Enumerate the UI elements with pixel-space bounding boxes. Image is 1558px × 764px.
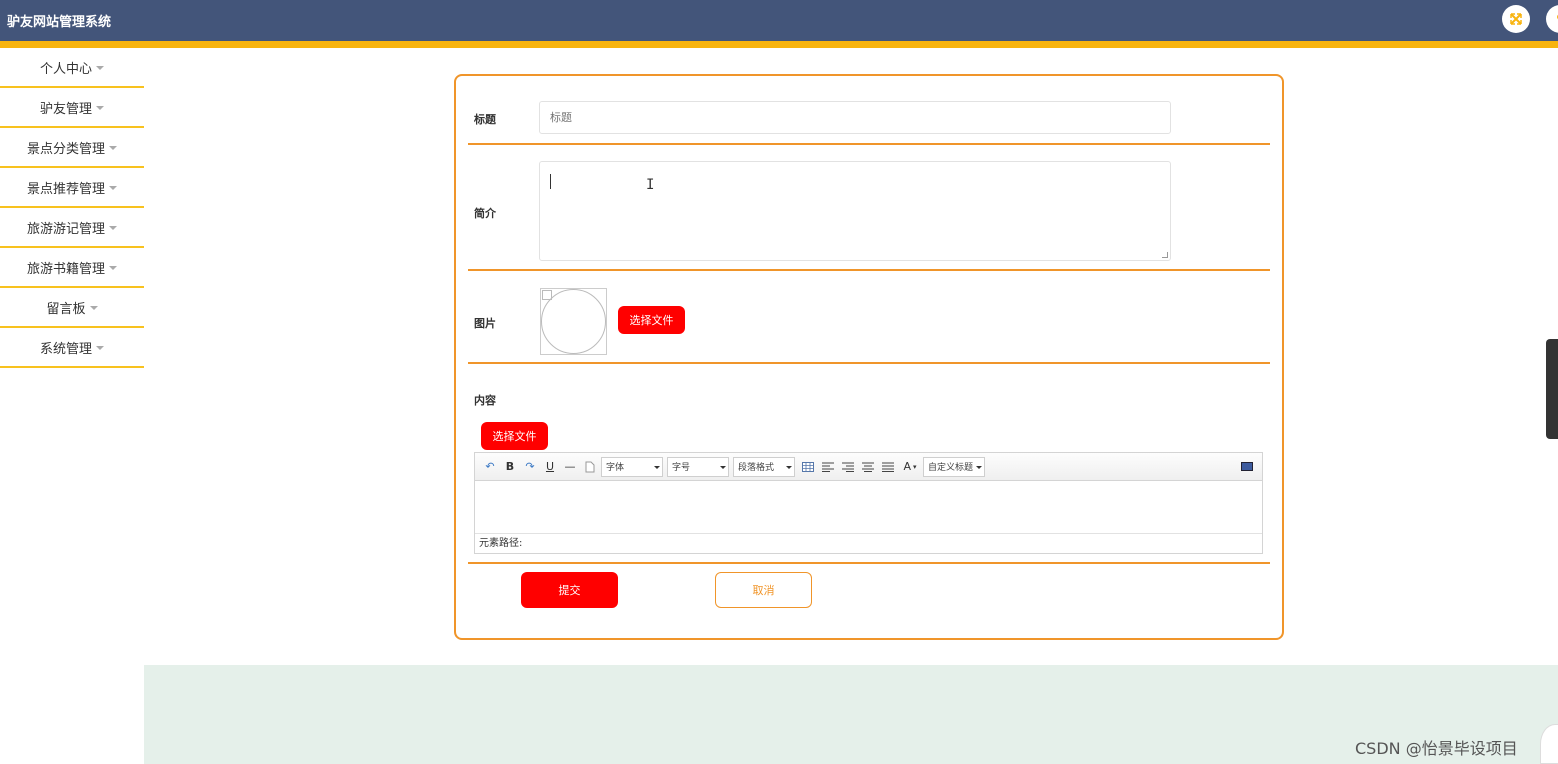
align-left-icon[interactable] (819, 458, 837, 476)
sidebar-item-message-board[interactable]: 留言板 (0, 288, 144, 328)
chevron-down-icon (96, 65, 104, 70)
title-label: 标题 (474, 113, 496, 126)
paragraph-format-select-value: 段落格式 (738, 463, 775, 473)
header-accent-bar (0, 41, 1558, 48)
submit-button[interactable]: 提交 (521, 572, 618, 608)
font-family-select-value: 字体 (606, 463, 625, 473)
intro-textarea[interactable]: I (539, 161, 1171, 261)
row-divider (468, 362, 1270, 364)
editor-content-area[interactable] (475, 482, 1262, 533)
sidebar-item-travel-notes-management[interactable]: 旅游游记管理 (0, 208, 144, 248)
font-color-icon[interactable]: A ▾ (899, 458, 921, 476)
content-choose-file-button[interactable]: 选择文件 (481, 422, 548, 450)
sidebar-item-label: 景点分类管理 (26, 141, 105, 157)
sidebar-item-label: 旅游书籍管理 (26, 261, 105, 277)
sidebar-menu: 个人中心 驴友管理 景点分类管理 景点推荐管理 旅游游记管理 旅游书籍管理 留言… (0, 48, 144, 368)
fullscreen-editor-icon[interactable] (1238, 458, 1256, 476)
chevron-down-icon (96, 105, 104, 110)
paragraph-format-select[interactable]: 段落格式 (733, 456, 795, 477)
cancel-button[interactable]: 取消 (715, 572, 812, 608)
app-title: 驴友网站管理系统 (7, 15, 112, 30)
chevron-down-icon (96, 345, 104, 350)
bold-icon[interactable]: B (501, 458, 519, 476)
align-right-icon[interactable] (839, 458, 857, 476)
table-icon[interactable] (799, 458, 817, 476)
image-placeholder-circle (541, 289, 606, 354)
ibeam-cursor-icon: I (646, 177, 655, 193)
align-center-icon[interactable] (859, 458, 877, 476)
dropdown-arrow-icon (720, 465, 726, 469)
dropdown-arrow-icon (654, 465, 660, 469)
chevron-down-icon (109, 145, 117, 150)
resize-handle-icon[interactable] (1162, 252, 1168, 258)
edit-form-card: 标题 简介 I 图片 选择文件 内容 选择文件 ↶ B ↷ U — 字体 (454, 74, 1284, 640)
chevron-down-icon (109, 265, 117, 270)
font-size-select-value: 字号 (672, 463, 691, 473)
sidebar-item-scenic-category-management[interactable]: 景点分类管理 (0, 128, 144, 168)
sidebar-item-travel-books-management[interactable]: 旅游书籍管理 (0, 248, 144, 288)
top-header-bar: 驴友网站管理系统 (0, 0, 1558, 41)
editor-toolbar: ↶ B ↷ U — 字体 字号 段落格式 A ▾ 自定义标题 (475, 453, 1262, 481)
new-document-icon[interactable] (581, 458, 599, 476)
chevron-down-icon (89, 305, 98, 310)
row-divider (468, 269, 1270, 271)
sidebar-item-label: 留言板 (46, 301, 86, 317)
sidebar-item-traveler-management[interactable]: 驴友管理 (0, 88, 144, 128)
user-button[interactable] (1546, 5, 1558, 33)
text-caret (550, 174, 551, 189)
sidebar-item-system-management[interactable]: 系统管理 (0, 328, 144, 368)
watermark-text: CSDN @怡景毕设项目 (1355, 739, 1518, 758)
sidebar-item-scenic-recommend-management[interactable]: 景点推荐管理 (0, 168, 144, 208)
content-label: 内容 (474, 394, 496, 407)
chevron-down-icon (109, 225, 117, 230)
fullscreen-icon (1510, 13, 1522, 25)
image-choose-file-button[interactable]: 选择文件 (618, 306, 685, 334)
title-input[interactable] (539, 101, 1171, 134)
rich-text-editor: ↶ B ↷ U — 字体 字号 段落格式 A ▾ 自定义标题 元素路径: (474, 452, 1263, 554)
horizontal-rule-icon[interactable]: — (561, 458, 579, 476)
row-divider (468, 143, 1270, 145)
side-drawer-handle[interactable] (1546, 339, 1558, 439)
floating-widget[interactable] (1540, 724, 1558, 764)
footer-area (144, 665, 1558, 764)
fullscreen-button[interactable] (1502, 5, 1530, 33)
sidebar-item-personal-center[interactable]: 个人中心 (0, 48, 144, 88)
font-size-select[interactable]: 字号 (667, 456, 729, 477)
sidebar-item-label: 系统管理 (39, 341, 92, 357)
row-divider (468, 562, 1270, 564)
image-preview (540, 288, 607, 355)
sidebar-item-label: 驴友管理 (39, 101, 92, 117)
underline-icon[interactable]: U (541, 458, 559, 476)
sidebar-item-label: 景点推荐管理 (26, 181, 105, 197)
align-justify-icon[interactable] (879, 458, 897, 476)
custom-heading-select-value: 自定义标题 (928, 463, 974, 473)
image-label: 图片 (474, 317, 496, 330)
intro-label: 简介 (474, 207, 496, 220)
sidebar-item-label: 个人中心 (39, 61, 92, 77)
editor-element-path: 元素路径: (475, 533, 1262, 553)
sidebar-item-label: 旅游游记管理 (26, 221, 105, 237)
undo-icon[interactable]: ↶ (481, 458, 499, 476)
chevron-down-icon (109, 185, 117, 190)
redo-icon[interactable]: ↷ (521, 458, 539, 476)
dropdown-arrow-icon (786, 465, 792, 469)
user-icon (1557, 14, 1558, 20)
dropdown-arrow-icon (976, 465, 982, 469)
font-family-select[interactable]: 字体 (601, 456, 663, 477)
custom-heading-select[interactable]: 自定义标题 (923, 456, 985, 477)
